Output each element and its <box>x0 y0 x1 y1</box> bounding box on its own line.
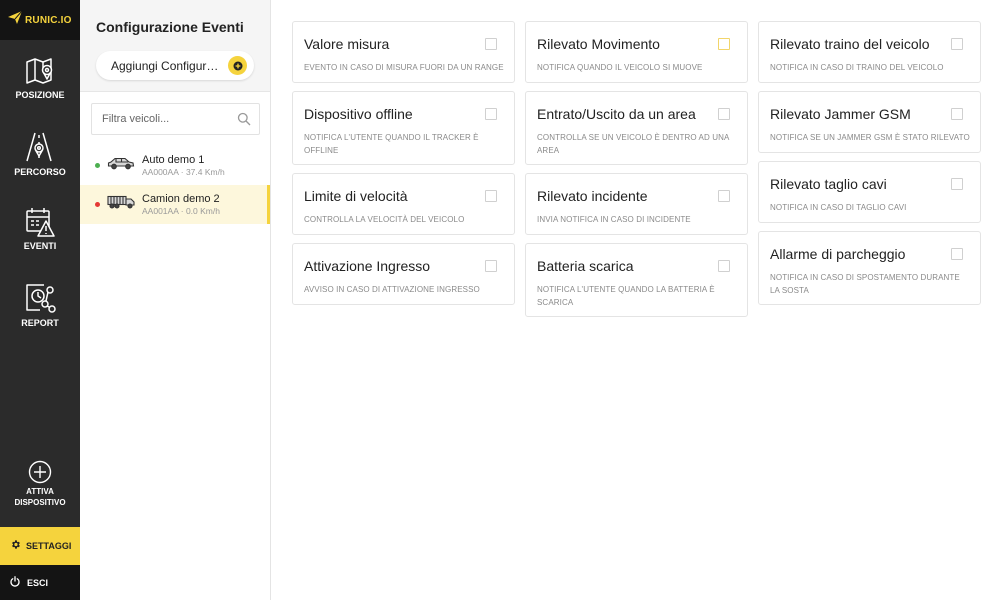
vehicle-info: Auto demo 1 AA000AA · 37.4 Km/h <box>142 154 225 178</box>
event-card-valore-misura[interactable]: Valore misura Evento in caso di misura f… <box>292 21 515 83</box>
power-icon <box>10 574 20 592</box>
logo-text: RUNIC.IO <box>25 14 72 26</box>
event-description: Invia notifica in caso di incidente <box>537 215 691 224</box>
settings-label: SETTAGGI <box>26 541 72 551</box>
event-card-entrato-uscito-area[interactable]: Entrato/Uscito da un area Controlla se u… <box>525 91 748 165</box>
event-description: Notifica l'utente quando il tracker è of… <box>304 133 479 155</box>
paper-plane-icon <box>8 10 23 29</box>
event-checkbox[interactable] <box>951 108 963 120</box>
event-checkbox[interactable] <box>718 190 730 202</box>
nav-item-eventi[interactable]: EVENTI <box>0 207 80 252</box>
event-checkbox[interactable] <box>718 38 730 50</box>
event-card-dispositivo-offline[interactable]: Dispositivo offline Notifica l'utente qu… <box>292 91 515 165</box>
nav-item-report[interactable]: REPORT <box>0 282 80 329</box>
event-description: Notifica quando il veicolo si muove <box>537 63 703 72</box>
event-description: Notifica in caso di spostamento durante … <box>770 273 960 295</box>
search-icon[interactable] <box>237 112 251 131</box>
vehicle-name: Auto demo 1 <box>142 153 205 166</box>
event-description: Evento in caso di misura fuori da un ran… <box>304 63 504 72</box>
event-title: Dispositivo offline <box>304 106 413 122</box>
event-card-rilevato-taglio-cavi[interactable]: Rilevato taglio cavi Notifica in caso di… <box>758 161 981 223</box>
event-title: Limite di velocità <box>304 188 408 204</box>
nav-item-label: PERCORSO <box>14 167 66 177</box>
nav-item-posizione[interactable]: POSIZIONE <box>0 56 80 101</box>
event-description: Controlla se un veicolo è dentro ad una … <box>537 133 729 155</box>
activate-device-button[interactable]: ATTIVA DISPOSITIVO <box>0 460 80 508</box>
car-icon <box>107 156 135 175</box>
event-card-attivazione-ingresso[interactable]: Attivazione Ingresso Avviso in caso di a… <box>292 243 515 305</box>
event-title: Rilevato Movimento <box>537 36 660 52</box>
event-description: Notifica in caso di traino del veicolo <box>770 63 944 72</box>
event-title: Valore misura <box>304 36 390 52</box>
vehicle-item[interactable]: Auto demo 1 AA000AA · 37.4 Km/h <box>80 146 270 185</box>
activate-label-line1: ATTIVA <box>26 487 54 496</box>
event-description: Notifica in caso di taglio cavi <box>770 203 907 212</box>
calendar-alert-icon <box>25 207 55 237</box>
event-checkbox[interactable] <box>718 260 730 272</box>
event-card-batteria-scarica[interactable]: Batteria scarica Notifica l'utente quand… <box>525 243 748 317</box>
nav-item-label: POSIZIONE <box>15 90 65 100</box>
nav-item-label: REPORT <box>21 318 59 328</box>
report-icon <box>24 282 56 314</box>
truck-icon <box>107 195 135 214</box>
event-checkbox[interactable] <box>951 248 963 260</box>
event-description: Notifica se un jammer GSM è stato rileva… <box>770 133 970 142</box>
vehicle-info: Camion demo 2 AA001AA · 0.0 Km/h <box>142 193 220 217</box>
settings-button[interactable]: SETTAGGI <box>0 527 80 565</box>
event-title: Attivazione Ingresso <box>304 258 431 274</box>
logo[interactable]: RUNIC.IO <box>0 0 80 40</box>
nav-item-label: EVENTI <box>23 241 57 251</box>
event-title: Rilevato incidente <box>537 188 648 204</box>
logout-label: ESCI <box>27 577 49 588</box>
event-card-allarme-parcheggio[interactable]: Allarme di parcheggio Notifica in caso d… <box>758 231 981 305</box>
event-description: Controlla la velocità del veicolo <box>304 215 465 224</box>
event-description: Notifica l'utente quando la batteria è s… <box>537 285 715 307</box>
add-configuration-label: Aggiungi Configurazione <box>111 58 223 73</box>
panel-title: Configurazione Eventi <box>96 19 244 35</box>
main-nav: RUNIC.IO POSIZIONE PERCORSO EVENTI REPOR… <box>0 0 80 600</box>
event-checkbox[interactable] <box>951 38 963 50</box>
route-icon <box>25 131 55 163</box>
event-card-limite-velocita[interactable]: Limite di velocità Controlla la velocità… <box>292 173 515 235</box>
panel-header: Configurazione Eventi Aggiungi Configura… <box>80 0 270 92</box>
vehicle-item[interactable]: Camion demo 2 AA001AA · 0.0 Km/h <box>80 185 270 224</box>
activate-label-line2: DISPOSITIVO <box>14 498 66 507</box>
event-title: Entrato/Uscito da un area <box>537 106 696 122</box>
event-title: Rilevato traino del veicolo <box>770 36 930 52</box>
vehicle-name: Camion demo 2 <box>142 192 220 205</box>
gear-icon <box>10 537 21 555</box>
event-checkbox[interactable] <box>485 190 497 202</box>
vehicle-plate-speed: AA000AA · 37.4 Km/h <box>142 166 225 177</box>
event-title: Batteria scarica <box>537 258 634 274</box>
event-description: Avviso in caso di attivazione ingresso <box>304 285 480 294</box>
vehicle-panel: Configurazione Eventi Aggiungi Configura… <box>80 0 271 600</box>
event-card-rilevato-movimento[interactable]: Rilevato Movimento Notifica quando il ve… <box>525 21 748 83</box>
plus-circle-icon <box>28 460 52 484</box>
event-card-rilevato-traino[interactable]: Rilevato traino del veicolo Notifica in … <box>758 21 981 83</box>
event-title: Allarme di parcheggio <box>770 246 906 262</box>
event-card-rilevato-incidente[interactable]: Rilevato incidente Invia notifica in cas… <box>525 173 748 235</box>
activate-label: ATTIVA DISPOSITIVO <box>14 486 65 508</box>
event-checkbox[interactable] <box>485 108 497 120</box>
status-dot <box>95 202 100 207</box>
event-checkbox[interactable] <box>951 178 963 190</box>
event-checkbox[interactable] <box>718 108 730 120</box>
status-dot <box>95 163 100 168</box>
nav-item-percorso[interactable]: PERCORSO <box>0 131 80 178</box>
logout-button[interactable]: ESCI <box>0 565 80 600</box>
event-checkbox[interactable] <box>485 38 497 50</box>
event-title: Rilevato Jammer GSM <box>770 106 911 122</box>
event-checkbox[interactable] <box>485 260 497 272</box>
vehicle-search-input[interactable] <box>92 104 227 134</box>
plus-icon <box>228 56 247 75</box>
add-configuration-button[interactable]: Aggiungi Configurazione <box>96 51 254 80</box>
event-card-rilevato-jammer[interactable]: Rilevato Jammer GSM Notifica se un jamme… <box>758 91 981 153</box>
vehicle-search <box>91 103 260 135</box>
event-title: Rilevato taglio cavi <box>770 176 887 192</box>
vehicle-plate-speed: AA001AA · 0.0 Km/h <box>142 205 220 216</box>
map-icon <box>25 56 55 86</box>
